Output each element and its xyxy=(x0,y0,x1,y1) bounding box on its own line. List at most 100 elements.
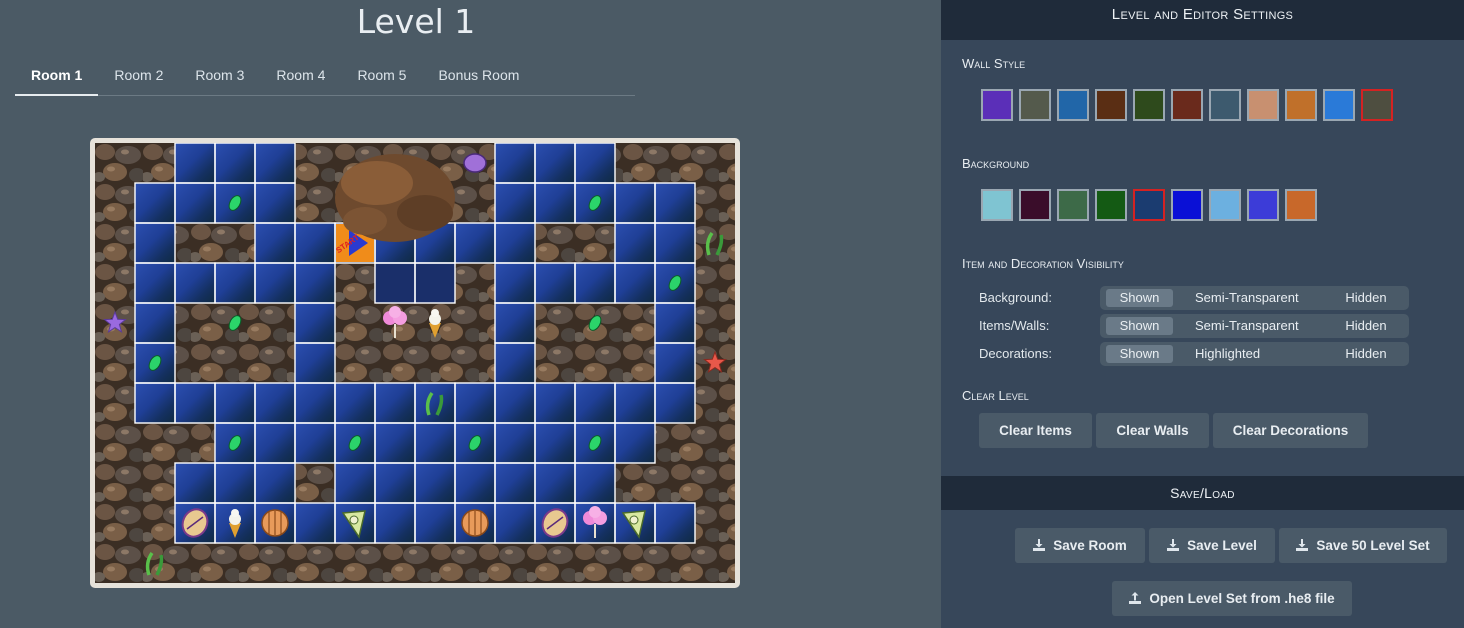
option-highlighted[interactable]: Highlighted xyxy=(1188,345,1316,363)
water-cell[interactable] xyxy=(295,223,335,263)
water-cell[interactable] xyxy=(255,383,295,423)
water-cell[interactable] xyxy=(295,503,335,543)
water-cell[interactable] xyxy=(175,263,215,303)
water-cell[interactable] xyxy=(175,383,215,423)
option-shown[interactable]: Shown xyxy=(1106,345,1173,363)
option-hidden[interactable]: Hidden xyxy=(1336,289,1396,307)
water-cell[interactable] xyxy=(455,223,495,263)
water-cell[interactable] xyxy=(655,223,695,263)
water-cell[interactable] xyxy=(615,423,655,463)
wall-style-swatch-2[interactable] xyxy=(1019,89,1051,121)
save-level-button[interactable]: Save Level xyxy=(1149,528,1275,563)
water-cell[interactable] xyxy=(135,303,175,343)
water-cell[interactable] xyxy=(495,503,535,543)
purple-shell-decoration[interactable] xyxy=(463,153,487,173)
water-cell[interactable] xyxy=(215,263,255,303)
water-cell[interactable] xyxy=(495,383,535,423)
wall-style-swatch-11[interactable] xyxy=(1361,89,1393,121)
water-cell[interactable] xyxy=(655,303,695,343)
water-cell[interactable] xyxy=(215,463,255,503)
background-swatch-8[interactable] xyxy=(1247,189,1279,221)
water-cell[interactable] xyxy=(375,503,415,543)
water-cell[interactable] xyxy=(255,423,295,463)
water-cell[interactable] xyxy=(255,183,295,223)
water-cell[interactable] xyxy=(295,423,335,463)
water-cell[interactable] xyxy=(175,143,215,183)
open-level-set-button[interactable]: Open Level Set from .he8 file xyxy=(1112,581,1352,616)
background-swatch-6[interactable] xyxy=(1171,189,1203,221)
wall-style-swatch-1[interactable] xyxy=(981,89,1013,121)
water-cell[interactable] xyxy=(215,383,255,423)
water-cell[interactable] xyxy=(255,223,295,263)
background-swatch-3[interactable] xyxy=(1057,189,1089,221)
clear-items-button[interactable]: Clear Items xyxy=(979,413,1092,448)
water-cell[interactable] xyxy=(415,423,455,463)
water-cell[interactable] xyxy=(495,143,535,183)
water-cell[interactable] xyxy=(495,223,535,263)
water-cell[interactable] xyxy=(535,463,575,503)
wall-style-swatch-8[interactable] xyxy=(1247,89,1279,121)
save-room-button[interactable]: Save Room xyxy=(1015,528,1145,563)
background-swatch-4[interactable] xyxy=(1095,189,1127,221)
water-cell[interactable] xyxy=(255,263,295,303)
water-cell[interactable] xyxy=(335,463,375,503)
background-swatch-7[interactable] xyxy=(1209,189,1241,221)
clam-item[interactable] xyxy=(461,509,489,537)
tab-bonus-room[interactable]: Bonus Room xyxy=(422,56,535,96)
background-swatch-1[interactable] xyxy=(981,189,1013,221)
tab-room-1[interactable]: Room 1 xyxy=(15,56,99,96)
water-cell[interactable] xyxy=(615,263,655,303)
water-cell[interactable] xyxy=(175,183,215,223)
water-cell[interactable] xyxy=(295,343,335,383)
water-cell[interactable] xyxy=(575,263,615,303)
level-board[interactable]: START xyxy=(95,143,735,583)
water-cell[interactable] xyxy=(495,183,535,223)
water-cell[interactable] xyxy=(655,503,695,543)
wall-style-swatch-10[interactable] xyxy=(1323,89,1355,121)
wall-style-swatch-9[interactable] xyxy=(1285,89,1317,121)
water-cell[interactable] xyxy=(535,423,575,463)
water-cell[interactable] xyxy=(535,383,575,423)
water-cell[interactable] xyxy=(535,263,575,303)
water-cell[interactable] xyxy=(615,223,655,263)
clear-decorations-button[interactable]: Clear Decorations xyxy=(1213,413,1368,448)
water-cell[interactable] xyxy=(655,183,695,223)
water-cell[interactable] xyxy=(415,463,455,503)
option-hidden[interactable]: Hidden xyxy=(1336,345,1396,363)
water-cell[interactable] xyxy=(135,263,175,303)
option-hidden[interactable]: Hidden xyxy=(1336,317,1396,335)
water-cell[interactable] xyxy=(495,303,535,343)
water-cell[interactable] xyxy=(375,423,415,463)
background-swatch-2[interactable] xyxy=(1019,189,1051,221)
water-cell[interactable] xyxy=(495,343,535,383)
water-cell[interactable] xyxy=(535,183,575,223)
option-shown[interactable]: Shown xyxy=(1106,317,1173,335)
water-cell[interactable] xyxy=(375,383,415,423)
water-cell[interactable] xyxy=(135,223,175,263)
water-cell[interactable] xyxy=(615,183,655,223)
water-cell[interactable] xyxy=(375,463,415,503)
wall-style-swatch-6[interactable] xyxy=(1171,89,1203,121)
water-cell[interactable] xyxy=(655,343,695,383)
water-cell[interactable] xyxy=(415,503,455,543)
water-cell[interactable] xyxy=(335,383,375,423)
tab-room-4[interactable]: Room 4 xyxy=(260,56,341,96)
background-swatch-5[interactable] xyxy=(1133,189,1165,221)
water-cell[interactable] xyxy=(615,383,655,423)
clam-item[interactable] xyxy=(261,509,289,537)
water-cell[interactable] xyxy=(575,143,615,183)
water-cell[interactable] xyxy=(175,463,215,503)
water-cell[interactable] xyxy=(295,263,335,303)
wall-style-swatch-3[interactable] xyxy=(1057,89,1089,121)
water-cell[interactable] xyxy=(215,143,255,183)
water-cell[interactable] xyxy=(295,303,335,343)
tab-room-5[interactable]: Room 5 xyxy=(341,56,422,96)
water-cell[interactable] xyxy=(535,143,575,183)
water-cell[interactable] xyxy=(135,183,175,223)
wall-style-swatch-7[interactable] xyxy=(1209,89,1241,121)
save-level-set-button[interactable]: Save 50 Level Set xyxy=(1279,528,1447,563)
water-cell[interactable] xyxy=(575,383,615,423)
water-cell[interactable] xyxy=(295,383,335,423)
wall-style-swatch-4[interactable] xyxy=(1095,89,1127,121)
water-cell[interactable] xyxy=(455,463,495,503)
